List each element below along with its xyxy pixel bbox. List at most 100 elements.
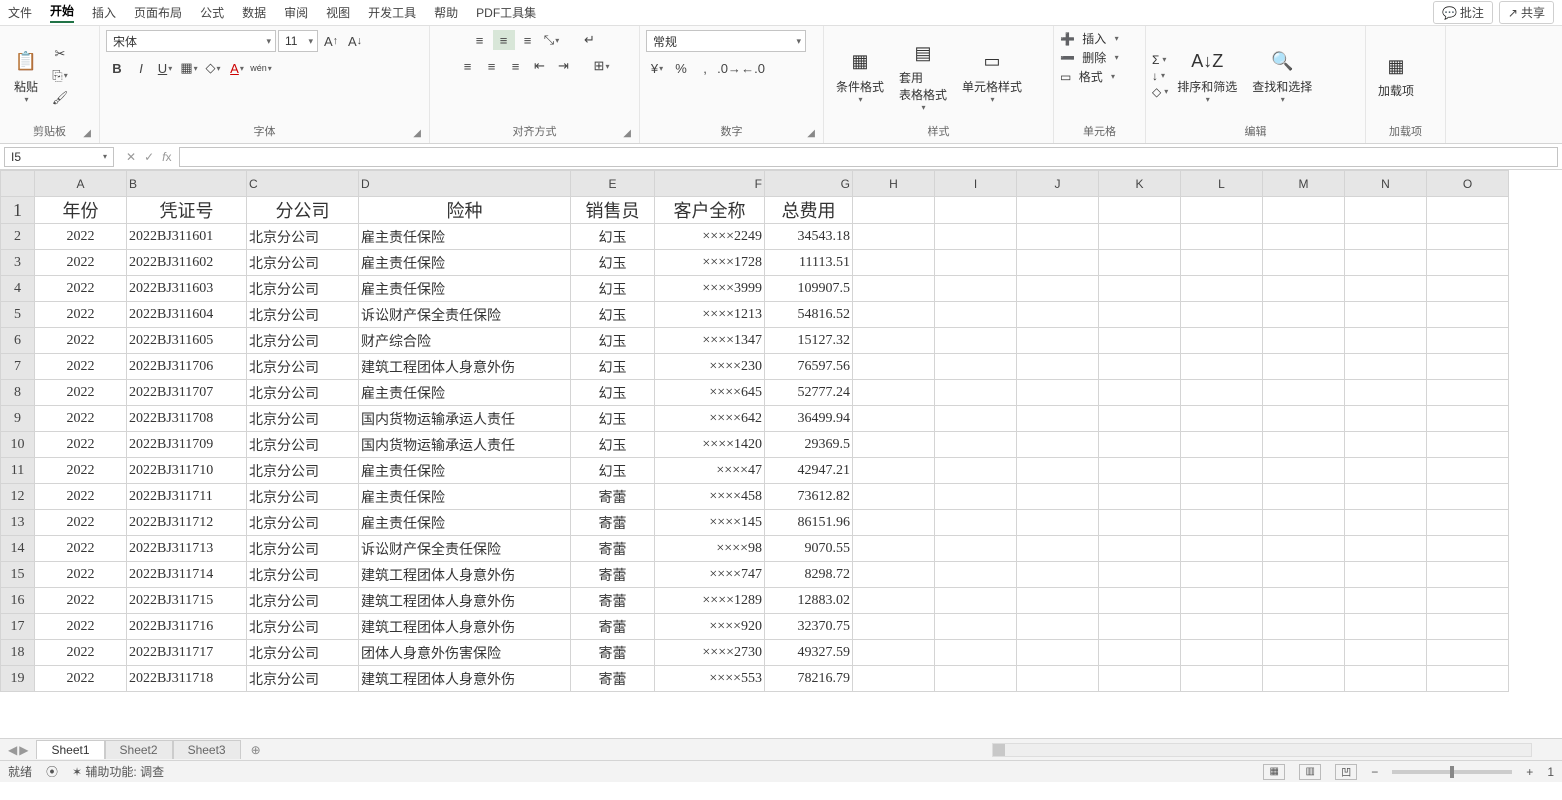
cell-A18[interactable]: 2022	[35, 640, 127, 666]
col-header-G[interactable]: G	[765, 171, 853, 197]
col-header-F[interactable]: F	[655, 171, 765, 197]
cell-F10[interactable]: ××××1420	[655, 432, 765, 458]
align-right-button[interactable]: ≡	[505, 56, 527, 76]
cell-I12[interactable]	[935, 484, 1017, 510]
cell-J10[interactable]	[1017, 432, 1099, 458]
cell-O16[interactable]	[1427, 588, 1509, 614]
col-header-B[interactable]: B	[127, 171, 247, 197]
cell-B5[interactable]: 2022BJ311604	[127, 302, 247, 328]
increase-font-button[interactable]: A↑	[320, 31, 342, 51]
bold-button[interactable]: B	[106, 58, 128, 78]
cell-E9[interactable]: 幻玉	[571, 406, 655, 432]
cell-H15[interactable]	[853, 562, 935, 588]
cell-M6[interactable]	[1263, 328, 1345, 354]
cell-O19[interactable]	[1427, 666, 1509, 692]
cell-H18[interactable]	[853, 640, 935, 666]
cell-A10[interactable]: 2022	[35, 432, 127, 458]
cell-M10[interactable]	[1263, 432, 1345, 458]
menu-pdf[interactable]: PDF工具集	[476, 4, 536, 21]
cell-A14[interactable]: 2022	[35, 536, 127, 562]
select-all-corner[interactable]	[1, 171, 35, 197]
cell-O17[interactable]	[1427, 614, 1509, 640]
cell-G3[interactable]: 11113.51	[765, 250, 853, 276]
cell-N12[interactable]	[1345, 484, 1427, 510]
cell-K4[interactable]	[1099, 276, 1181, 302]
cell-M2[interactable]	[1263, 224, 1345, 250]
paste-button[interactable]: 📋 粘贴 ▾	[6, 46, 46, 106]
cell-D7[interactable]: 建筑工程团体人身意外伤	[359, 354, 571, 380]
font-name-select[interactable]: 宋体	[106, 30, 276, 52]
cell-B15[interactable]: 2022BJ311714	[127, 562, 247, 588]
cell-K9[interactable]	[1099, 406, 1181, 432]
number-format-select[interactable]: 常规	[646, 30, 806, 52]
cell-G6[interactable]: 15127.32	[765, 328, 853, 354]
cell-E1[interactable]: 销售员	[571, 197, 655, 224]
cell-C15[interactable]: 北京分公司	[247, 562, 359, 588]
cell-D19[interactable]: 建筑工程团体人身意外伤	[359, 666, 571, 692]
sheet-nav-prev[interactable]: ◀	[8, 743, 17, 757]
cell-L12[interactable]	[1181, 484, 1263, 510]
cell-H6[interactable]	[853, 328, 935, 354]
cell-J17[interactable]	[1017, 614, 1099, 640]
col-header-L[interactable]: L	[1181, 171, 1263, 197]
cell-B18[interactable]: 2022BJ311717	[127, 640, 247, 666]
cell-K16[interactable]	[1099, 588, 1181, 614]
cell-C6[interactable]: 北京分公司	[247, 328, 359, 354]
fill-color-button[interactable]: ◇▾	[202, 58, 224, 78]
cell-G15[interactable]: 8298.72	[765, 562, 853, 588]
menu-data[interactable]: 数据	[242, 4, 266, 21]
cell-C13[interactable]: 北京分公司	[247, 510, 359, 536]
sheet-tab-sheet3[interactable]: Sheet3	[173, 740, 241, 759]
cell-L9[interactable]	[1181, 406, 1263, 432]
cell-L1[interactable]	[1181, 197, 1263, 224]
cell-L6[interactable]	[1181, 328, 1263, 354]
merge-button[interactable]: ⊞▾	[591, 56, 613, 76]
cell-C9[interactable]: 北京分公司	[247, 406, 359, 432]
row-header-16[interactable]: 16	[1, 588, 35, 614]
cell-F17[interactable]: ××××920	[655, 614, 765, 640]
menu-review[interactable]: 审阅	[284, 4, 308, 21]
sheet-nav-next[interactable]: ▶	[19, 743, 28, 757]
cell-M8[interactable]	[1263, 380, 1345, 406]
cell-E16[interactable]: 寄蕾	[571, 588, 655, 614]
sheet-tab-sheet1[interactable]: Sheet1	[36, 740, 104, 759]
row-header-1[interactable]: 1	[1, 197, 35, 224]
cell-N11[interactable]	[1345, 458, 1427, 484]
cell-F7[interactable]: ××××230	[655, 354, 765, 380]
cell-F19[interactable]: ××××553	[655, 666, 765, 692]
cell-B4[interactable]: 2022BJ311603	[127, 276, 247, 302]
cell-F6[interactable]: ××××1347	[655, 328, 765, 354]
row-header-11[interactable]: 11	[1, 458, 35, 484]
cell-N5[interactable]	[1345, 302, 1427, 328]
cell-N18[interactable]	[1345, 640, 1427, 666]
cell-N4[interactable]	[1345, 276, 1427, 302]
cell-K12[interactable]	[1099, 484, 1181, 510]
cell-M4[interactable]	[1263, 276, 1345, 302]
cell-G19[interactable]: 78216.79	[765, 666, 853, 692]
cell-C4[interactable]: 北京分公司	[247, 276, 359, 302]
cell-D2[interactable]: 雇主责任保险	[359, 224, 571, 250]
cell-O7[interactable]	[1427, 354, 1509, 380]
cell-B1[interactable]: 凭证号	[127, 197, 247, 224]
cell-A11[interactable]: 2022	[35, 458, 127, 484]
cell-M15[interactable]	[1263, 562, 1345, 588]
menu-insert[interactable]: 插入	[92, 4, 116, 21]
cell-D18[interactable]: 团体人身意外伤害保险	[359, 640, 571, 666]
cell-I5[interactable]	[935, 302, 1017, 328]
cell-H13[interactable]	[853, 510, 935, 536]
menu-dev[interactable]: 开发工具	[368, 4, 416, 21]
row-header-6[interactable]: 6	[1, 328, 35, 354]
cell-A4[interactable]: 2022	[35, 276, 127, 302]
cell-C19[interactable]: 北京分公司	[247, 666, 359, 692]
cell-F4[interactable]: ××××3999	[655, 276, 765, 302]
cell-K19[interactable]	[1099, 666, 1181, 692]
cell-M18[interactable]	[1263, 640, 1345, 666]
cell-E5[interactable]: 幻玉	[571, 302, 655, 328]
cell-B2[interactable]: 2022BJ311601	[127, 224, 247, 250]
cell-J14[interactable]	[1017, 536, 1099, 562]
view-page-break-button[interactable]: 凹	[1335, 764, 1357, 780]
cell-J19[interactable]	[1017, 666, 1099, 692]
cell-E15[interactable]: 寄蕾	[571, 562, 655, 588]
cell-N8[interactable]	[1345, 380, 1427, 406]
cell-G7[interactable]: 76597.56	[765, 354, 853, 380]
